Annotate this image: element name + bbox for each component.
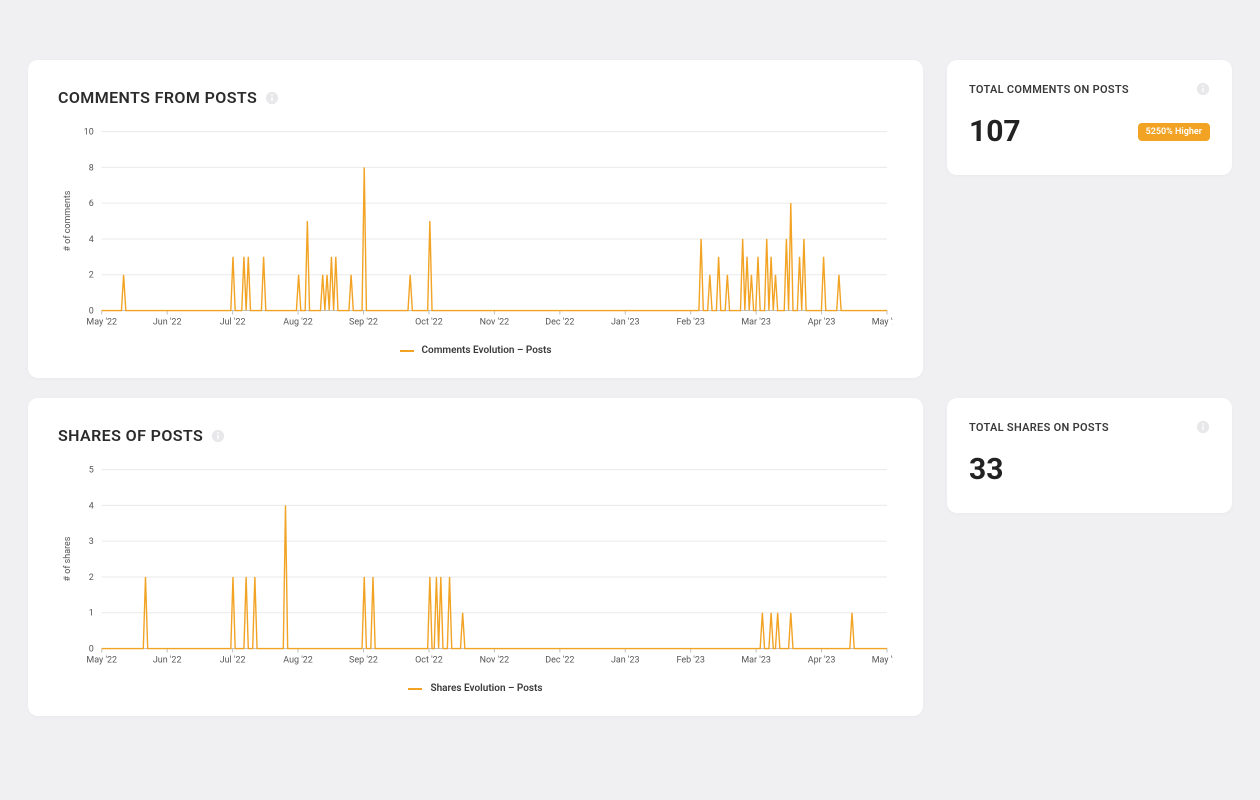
total-comments-header: TOTAL COMMENTS ON POSTS xyxy=(969,82,1210,96)
svg-text:8: 8 xyxy=(89,163,94,173)
svg-text:Mar '23: Mar '23 xyxy=(741,317,771,327)
legend-swatch xyxy=(400,350,414,352)
svg-text:Aug '22: Aug '22 xyxy=(283,655,313,665)
svg-text:Jul '22: Jul '22 xyxy=(220,655,246,665)
info-icon[interactable] xyxy=(265,91,279,105)
svg-text:Sep '22: Sep '22 xyxy=(349,317,378,327)
svg-text:Aug '22: Aug '22 xyxy=(283,317,313,327)
svg-text:Sep '22: Sep '22 xyxy=(349,655,378,665)
shares-legend-label: Shares Evolution – Posts xyxy=(430,683,542,694)
svg-text:Jun '22: Jun '22 xyxy=(153,655,182,665)
total-shares-value-row: 33 xyxy=(969,452,1210,487)
svg-text:Oct '22: Oct '22 xyxy=(415,317,443,327)
comments-chart-title: COMMENTS FROM POSTS xyxy=(58,88,257,107)
svg-text:2: 2 xyxy=(89,271,94,281)
comments-change-badge: 5250% Higher xyxy=(1138,123,1210,141)
svg-text:0: 0 xyxy=(89,307,94,317)
total-comments-card: TOTAL COMMENTS ON POSTS 107 5250% Higher xyxy=(947,60,1232,175)
info-icon[interactable] xyxy=(1196,420,1210,434)
svg-text:# of comments: # of comments xyxy=(63,190,73,251)
comments-row: COMMENTS FROM POSTS 0 2 4 6 8 10 # of comments… xyxy=(28,60,1232,378)
total-shares-value: 33 xyxy=(969,452,1003,487)
total-comments-value: 107 xyxy=(969,114,1021,149)
svg-text:Jan '23: Jan '23 xyxy=(611,317,640,327)
total-shares-title: TOTAL SHARES ON POSTS xyxy=(969,421,1109,434)
svg-text:Jan '23: Jan '23 xyxy=(611,655,640,665)
comments-legend: Comments Evolution – Posts xyxy=(58,345,893,356)
svg-text:0: 0 xyxy=(89,645,94,655)
comments-chart: 0 2 4 6 8 10 # of comments May '22 Jun '22 Jul '2… xyxy=(58,125,893,335)
svg-text:May '23: May '23 xyxy=(872,317,893,327)
svg-text:4: 4 xyxy=(89,235,94,245)
shares-chart-title: SHARES OF POSTS xyxy=(58,426,203,445)
svg-text:May '22: May '22 xyxy=(86,317,117,327)
svg-text:Jul '22: Jul '22 xyxy=(220,317,246,327)
shares-chart: 0 1 2 3 4 5 # of shares May '22 Jun '22 Jul '22 Au… xyxy=(58,463,893,673)
svg-text:Apr '23: Apr '23 xyxy=(808,655,836,665)
svg-text:Dec '22: Dec '22 xyxy=(545,655,574,665)
total-comments-value-row: 107 5250% Higher xyxy=(969,114,1210,149)
svg-text:Jun '22: Jun '22 xyxy=(153,317,182,327)
info-icon[interactable] xyxy=(1196,82,1210,96)
total-shares-card: TOTAL SHARES ON POSTS 33 xyxy=(947,398,1232,513)
shares-row: SHARES OF POSTS 0 1 2 3 4 5 # of shares May '22… xyxy=(28,398,1232,716)
svg-text:Feb '23: Feb '23 xyxy=(676,317,704,327)
shares-legend: Shares Evolution – Posts xyxy=(58,683,893,694)
svg-text:Oct '22: Oct '22 xyxy=(415,655,443,665)
svg-text:Apr '23: Apr '23 xyxy=(808,317,836,327)
comments-chart-card: COMMENTS FROM POSTS 0 2 4 6 8 10 # of comments… xyxy=(28,60,923,378)
svg-text:3: 3 xyxy=(89,537,94,547)
svg-text:Mar '23: Mar '23 xyxy=(741,655,771,665)
svg-text:2: 2 xyxy=(89,573,94,583)
svg-text:Nov '22: Nov '22 xyxy=(480,655,510,665)
info-icon[interactable] xyxy=(211,429,225,443)
legend-swatch xyxy=(408,688,422,690)
total-comments-title: TOTAL COMMENTS ON POSTS xyxy=(969,83,1129,96)
comments-legend-label: Comments Evolution – Posts xyxy=(422,345,552,356)
shares-chart-card: SHARES OF POSTS 0 1 2 3 4 5 # of shares May '22… xyxy=(28,398,923,716)
svg-text:# of shares: # of shares xyxy=(63,536,73,581)
svg-text:Nov '22: Nov '22 xyxy=(480,317,510,327)
svg-text:May '23: May '23 xyxy=(872,655,893,665)
svg-text:10: 10 xyxy=(84,128,94,138)
shares-chart-header: SHARES OF POSTS xyxy=(58,426,893,445)
svg-text:6: 6 xyxy=(89,199,94,209)
svg-text:May '22: May '22 xyxy=(86,655,117,665)
total-shares-header: TOTAL SHARES ON POSTS xyxy=(969,420,1210,434)
svg-text:5: 5 xyxy=(89,466,94,476)
svg-text:Feb '23: Feb '23 xyxy=(676,655,704,665)
svg-text:Dec '22: Dec '22 xyxy=(545,317,574,327)
svg-text:1: 1 xyxy=(89,609,94,619)
comments-chart-header: COMMENTS FROM POSTS xyxy=(58,88,893,107)
svg-text:4: 4 xyxy=(89,501,94,511)
